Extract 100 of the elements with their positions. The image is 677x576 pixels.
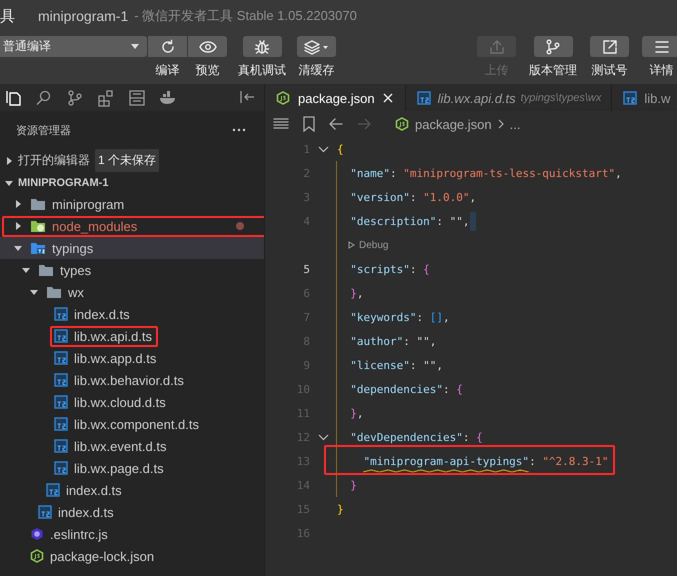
typescript-file-icon bbox=[54, 417, 68, 431]
back-arrow-icon bbox=[329, 118, 343, 130]
typescript-file-icon bbox=[54, 351, 68, 365]
typescript-file-icon bbox=[623, 91, 638, 105]
outline-icon bbox=[273, 118, 289, 130]
button-label: 预览 bbox=[196, 62, 220, 78]
code-line: } bbox=[337, 502, 344, 516]
editor-tab[interactable]: package.json bbox=[265, 85, 406, 111]
node-hexagon-icon bbox=[395, 117, 409, 131]
eye-icon bbox=[198, 40, 216, 54]
app-version: - 微信开发者工具 Stable 1.05.2203070 bbox=[134, 7, 357, 25]
details-button[interactable] bbox=[642, 36, 677, 57]
refresh-icon bbox=[160, 38, 176, 54]
code-line: "description": "", bbox=[349, 214, 470, 228]
branch-icon bbox=[66, 89, 84, 107]
breadcrumb-item[interactable]: package.json bbox=[415, 116, 492, 132]
code-line: }, bbox=[349, 286, 364, 300]
caret-icon bbox=[131, 44, 139, 50]
typescript-file-icon bbox=[54, 461, 68, 475]
search-icon bbox=[35, 89, 53, 107]
file-item[interactable]: lib.wx.page.d.ts bbox=[0, 457, 264, 479]
code-line: "dependencies": { bbox=[349, 382, 463, 396]
code-line: "keywords": [], bbox=[349, 310, 450, 324]
editor-tab[interactable]: lib.w bbox=[612, 85, 677, 111]
code-line: "author": "", bbox=[349, 334, 436, 348]
expand-arrow-icon[interactable] bbox=[30, 288, 38, 296]
debug-button[interactable] bbox=[242, 36, 282, 57]
typescript-file-icon bbox=[46, 483, 60, 497]
storage-icon bbox=[128, 89, 146, 107]
section-title[interactable]: MINIPROGRAM-1 bbox=[18, 176, 108, 188]
button-label: 真机调试 bbox=[238, 62, 286, 78]
panel-title: 资源管理器 bbox=[16, 124, 71, 138]
whale-icon bbox=[159, 89, 177, 107]
folder-item[interactable]: miniprogram bbox=[0, 193, 264, 215]
folder-icon bbox=[30, 197, 46, 211]
file-item[interactable]: lib.wx.component.d.ts bbox=[0, 413, 264, 435]
file-item[interactable]: lib.wx.app.d.ts bbox=[0, 347, 264, 369]
expand-arrow-icon[interactable] bbox=[14, 200, 22, 208]
expand-arrow-icon[interactable] bbox=[14, 222, 22, 230]
file-item[interactable]: lib.wx.behavior.d.ts bbox=[0, 369, 264, 391]
eslint-hexagon-icon bbox=[30, 527, 44, 541]
version-button[interactable] bbox=[534, 36, 572, 57]
fold-chevron-icon[interactable] bbox=[318, 146, 328, 152]
typescript-file-icon bbox=[54, 373, 68, 387]
test-button[interactable] bbox=[590, 36, 629, 57]
forward-arrow-icon bbox=[357, 118, 371, 130]
file-item[interactable]: .eslintrc.js bbox=[0, 523, 264, 545]
file-item[interactable]: lib.wx.cloud.d.ts bbox=[0, 391, 264, 413]
cache-button[interactable] bbox=[297, 36, 336, 57]
typescript-file-icon bbox=[416, 91, 431, 105]
file-item[interactable]: lib.wx.event.d.ts bbox=[0, 435, 264, 457]
chevron-right-icon bbox=[498, 119, 504, 129]
breadcrumb-item[interactable]: ... bbox=[510, 116, 520, 132]
button-label: 测试号 bbox=[592, 62, 628, 78]
modified-dot bbox=[236, 222, 244, 230]
more-icon bbox=[232, 128, 246, 132]
code-line: "miniprogram-api-typings": "^2.8.3-1" bbox=[362, 454, 609, 468]
window-title: miniprogram-1 bbox=[38, 8, 128, 24]
debug-codelens[interactable]: Debug bbox=[348, 240, 388, 250]
menu-title[interactable]: 具 bbox=[0, 6, 38, 26]
bug-icon bbox=[254, 38, 270, 54]
menu-icon bbox=[654, 38, 670, 54]
code-line: }, bbox=[349, 406, 364, 420]
compile-mode-dropdown[interactable]: 普通编译 bbox=[0, 36, 147, 57]
code-line: } bbox=[349, 478, 357, 492]
bookmark-icon bbox=[303, 116, 315, 132]
line-number: 5 bbox=[302, 262, 310, 276]
folder-item[interactable]: wx bbox=[0, 281, 264, 303]
folder-item[interactable]: typings bbox=[0, 237, 264, 259]
typescript-file-icon bbox=[54, 395, 68, 409]
preview-button[interactable] bbox=[188, 36, 227, 57]
code-line: "version": "1.0.0", bbox=[349, 190, 476, 204]
expand-arrow-icon[interactable] bbox=[5, 156, 13, 164]
editor-tab[interactable]: lib.wx.api.d.ts typings\types\wx bbox=[406, 85, 612, 111]
folder-item[interactable]: types bbox=[0, 259, 264, 281]
section-title[interactable]: 打开的编辑器 bbox=[18, 152, 90, 169]
folder-icon bbox=[30, 219, 46, 233]
typescript-file-icon bbox=[54, 329, 68, 343]
file-item[interactable]: lib.wx.api.d.ts bbox=[0, 325, 264, 347]
folder-icon bbox=[30, 241, 46, 255]
file-item[interactable]: package-lock.json bbox=[0, 545, 264, 567]
code-line: "name": "miniprogram-ts-less-quickstart", bbox=[349, 166, 622, 180]
typescript-file-icon bbox=[38, 505, 52, 519]
file-item[interactable]: index.d.ts bbox=[0, 303, 264, 325]
typescript-file-icon bbox=[54, 439, 68, 453]
expand-arrow-icon[interactable] bbox=[22, 266, 30, 274]
button-label: 版本管理 bbox=[529, 62, 577, 78]
expand-arrow-icon[interactable] bbox=[5, 178, 13, 186]
compile-button[interactable] bbox=[148, 36, 187, 57]
expand-arrow-icon[interactable] bbox=[14, 244, 22, 252]
fold-chevron-icon[interactable] bbox=[318, 434, 328, 440]
external-link-icon bbox=[602, 38, 618, 54]
close-icon bbox=[382, 93, 393, 103]
folder-item[interactable]: node_modules bbox=[0, 215, 264, 237]
unsaved-badge: 1 个未保存 bbox=[95, 149, 160, 172]
folder-icon bbox=[38, 263, 54, 277]
file-item[interactable]: index.d.ts bbox=[0, 501, 264, 523]
file-item[interactable]: index.d.ts bbox=[0, 479, 264, 501]
folder-icon bbox=[46, 285, 62, 299]
code-line: { bbox=[337, 142, 344, 156]
